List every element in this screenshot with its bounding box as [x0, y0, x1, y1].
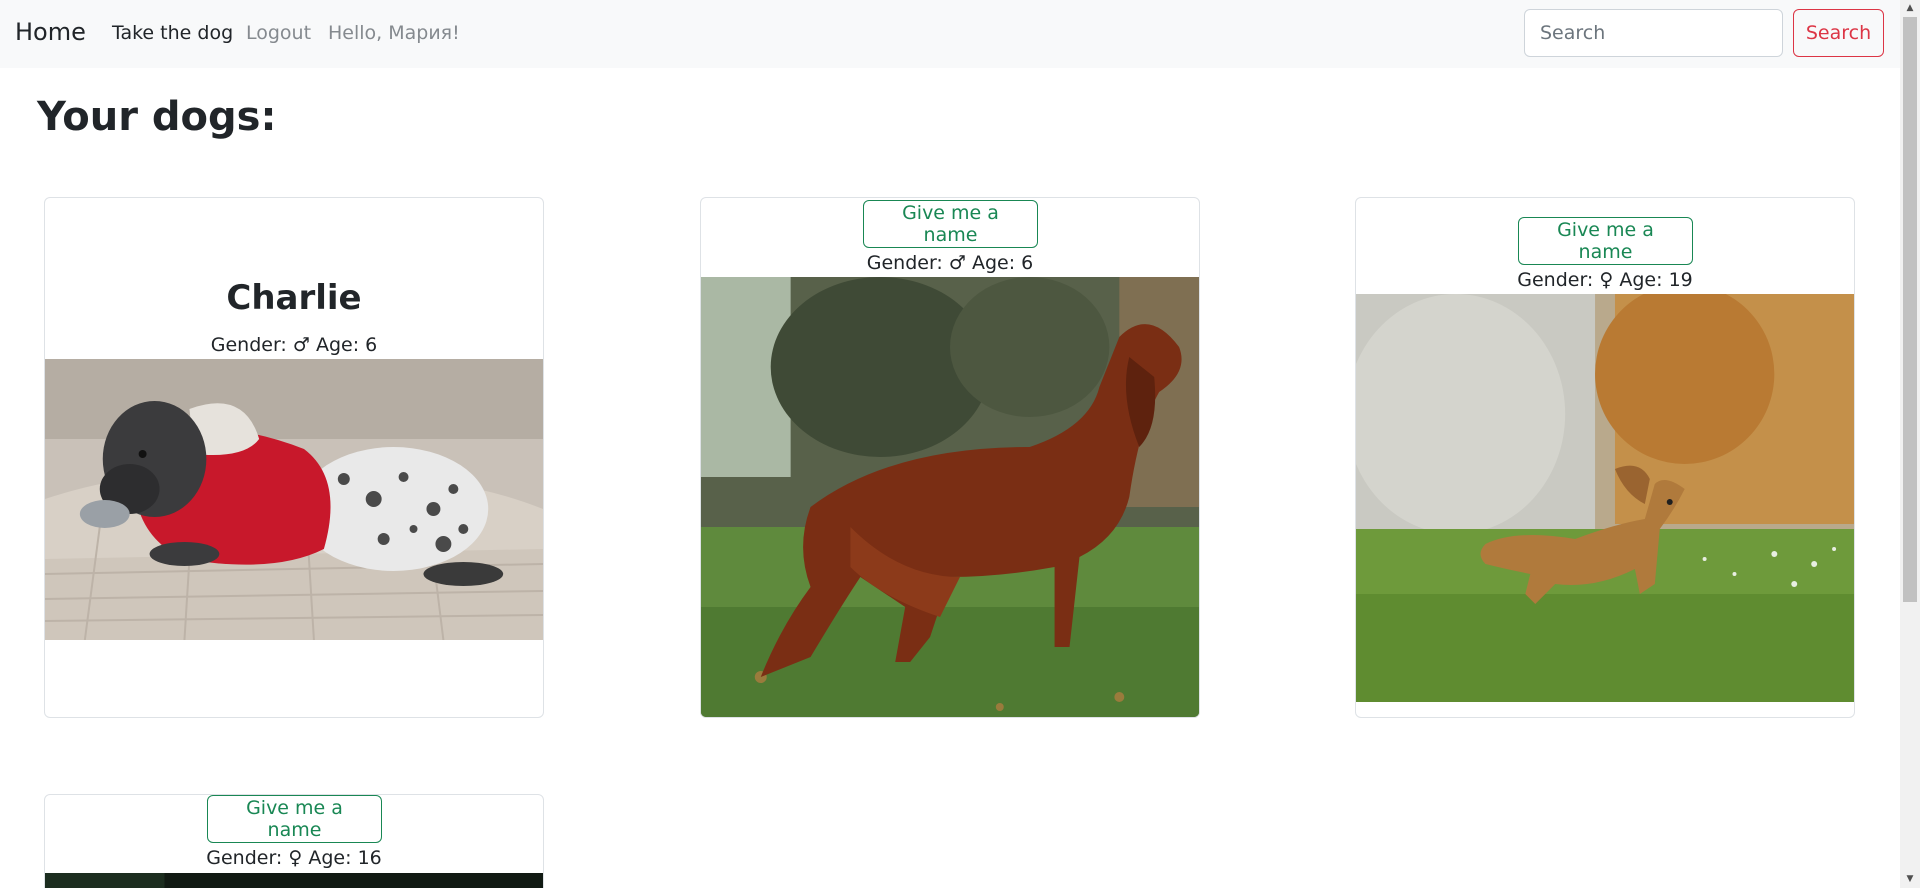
- dog-name: Charlie: [226, 278, 362, 318]
- dog-photo: [45, 873, 543, 888]
- dog-age: 6: [365, 334, 378, 356]
- search-input[interactable]: [1524, 9, 1783, 57]
- dog-info: Gender: ♀ Age: 16: [45, 847, 543, 869]
- age-label: Age:: [315, 334, 360, 356]
- age-label: Age:: [1619, 269, 1663, 291]
- dog-age: 6: [1021, 252, 1034, 274]
- dog-photo: [1356, 294, 1854, 702]
- female-icon: ♀: [1599, 269, 1614, 291]
- dog-card: Give me a name Gender: ♀ Age: 16: [44, 794, 544, 888]
- gender-label: Gender:: [210, 334, 287, 356]
- scroll-up-icon[interactable]: ▲: [1900, 0, 1920, 17]
- give-name-button[interactable]: Give me a name: [207, 795, 382, 843]
- dog-age: 19: [1668, 269, 1693, 291]
- gender-label: Gender:: [1517, 269, 1594, 291]
- top-navbar: Home Take the dog Logout Hello, Мария! S…: [0, 0, 1900, 68]
- dog-card: Give me a name Gender: ♀ Age: 19: [1355, 197, 1855, 718]
- gender-label: Gender:: [206, 847, 283, 869]
- scroll-down-icon[interactable]: ▼: [1900, 871, 1920, 888]
- male-icon: ♂: [292, 334, 310, 356]
- scrollbar-thumb[interactable]: [1903, 17, 1917, 602]
- give-name-button[interactable]: Give me a name: [1518, 217, 1693, 265]
- dog-card: Charlie Gender: ♂ Age: 6: [44, 197, 544, 718]
- logout-link[interactable]: Logout: [246, 22, 311, 44]
- female-icon: ♀: [288, 847, 303, 869]
- dog-info: Gender: ♀ Age: 19: [1356, 269, 1854, 291]
- gender-label: Gender:: [866, 252, 943, 274]
- dog-photo: [45, 359, 543, 640]
- dog-card: Give me a name Gender: ♂ Age: 6: [700, 197, 1200, 718]
- give-name-button[interactable]: Give me a name: [863, 200, 1038, 248]
- dog-info: Gender: ♂ Age: 6: [45, 334, 543, 356]
- search-button[interactable]: Search: [1793, 9, 1884, 57]
- dog-info: Gender: ♂ Age: 6: [701, 252, 1199, 274]
- age-label: Age:: [308, 847, 352, 869]
- dog-age: 16: [357, 847, 382, 869]
- age-label: Age:: [971, 252, 1016, 274]
- home-link[interactable]: Home: [15, 18, 86, 46]
- dog-photo: [701, 277, 1199, 717]
- take-the-dog-link[interactable]: Take the dog: [112, 22, 233, 44]
- page-title: Your dogs:: [37, 94, 277, 140]
- greeting-text: Hello, Мария!: [328, 22, 460, 44]
- male-icon: ♂: [948, 252, 966, 274]
